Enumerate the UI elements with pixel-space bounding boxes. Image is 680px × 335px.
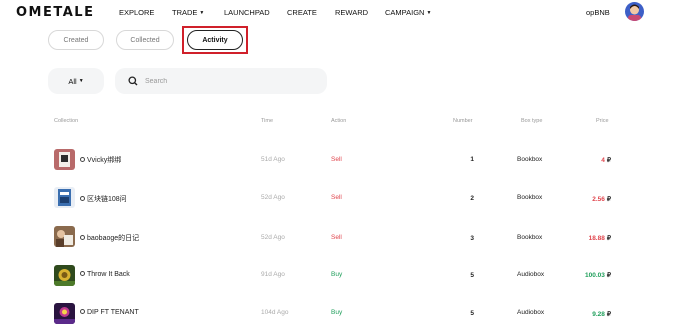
price-amount: 4	[601, 157, 605, 164]
currency-icon: ₽	[606, 235, 611, 242]
box-type-value: Audiobox	[517, 309, 545, 316]
header-collection: Collection	[54, 118, 79, 124]
header-box-type: Box type	[521, 118, 543, 124]
collection-badge-icon	[80, 309, 85, 314]
collection-name-text: Vvicky绑绑	[87, 157, 122, 164]
collection-name: baobaoge的日记	[80, 233, 139, 243]
number-value: 3	[470, 235, 474, 242]
time-value: 91d Ago	[261, 271, 285, 278]
nav-trade[interactable]: TRADE ▼	[172, 8, 204, 17]
number-value: 2	[470, 195, 474, 202]
box-type-value: Audiobox	[517, 271, 545, 278]
table-row[interactable]: 区块链108问 52d Ago Sell 2 Bookbox 2.56 ₽	[0, 179, 680, 217]
box-type-value: Bookbox	[517, 194, 543, 201]
collection-badge-icon	[80, 271, 85, 276]
top-nav: OMETALE EXPLORE TRADE ▼ LAUNCHPAD CREATE …	[0, 0, 680, 26]
collection-thumbnail	[54, 265, 75, 286]
currency-icon: ₽	[606, 157, 611, 164]
collection-name-text: 区块链108问	[87, 196, 127, 203]
header-action: Action	[331, 118, 347, 124]
table-row[interactable]: Throw It Back 91d Ago Buy 5 Audiobox 100…	[0, 256, 680, 294]
action-value: Buy	[331, 271, 343, 278]
collection-name-text: Throw It Back	[87, 271, 130, 278]
collection-badge-icon	[80, 235, 85, 240]
time-value: 52d Ago	[261, 194, 285, 201]
chevron-down-icon: ▼	[199, 10, 205, 16]
number-value: 5	[470, 310, 474, 317]
search-icon	[128, 76, 138, 86]
filter-value: All	[68, 76, 77, 86]
table-row[interactable]: Vvicky绑绑 51d Ago Sell 1 Bookbox 4 ₽	[0, 140, 680, 178]
number-value: 5	[470, 272, 474, 279]
nav-explore[interactable]: EXPLORE	[119, 8, 154, 17]
action-value: Sell	[331, 234, 342, 241]
collection-thumbnail	[54, 226, 75, 247]
time-value: 51d Ago	[261, 156, 285, 163]
currency-icon: ₽	[606, 272, 611, 279]
nav-reward[interactable]: REWARD	[335, 8, 368, 17]
collection-thumbnail	[54, 303, 75, 324]
header-time: Time	[261, 118, 274, 124]
chevron-down-icon: ▼	[78, 78, 84, 84]
price-value: 4 ₽	[570, 156, 611, 164]
nav-campaign-label: CAMPAIGN	[385, 8, 425, 17]
price-value: 18.88 ₽	[570, 234, 611, 242]
price-value: 2.56 ₽	[570, 195, 611, 203]
nav-campaign[interactable]: CAMPAIGN ▼	[385, 8, 431, 17]
collection-name: Vvicky绑绑	[80, 155, 121, 165]
currency-icon: ₽	[606, 311, 611, 318]
collection-name: 区块链108问	[80, 194, 127, 204]
table-row[interactable]: baobaoge的日记 52d Ago Sell 3 Bookbox 18.88…	[0, 218, 680, 256]
tab-created[interactable]: Created	[48, 30, 104, 50]
collection-name: DIP FT TENANT	[80, 309, 139, 316]
collection-name: Throw It Back	[80, 271, 130, 278]
collection-thumbnail	[54, 149, 75, 170]
tab-collected[interactable]: Collected	[116, 30, 174, 50]
table-row[interactable]: DIP FT TENANT 104d Ago Buy 5 Audiobox 9.…	[0, 295, 680, 333]
search-input[interactable]	[145, 68, 315, 94]
price-amount: 100.03	[584, 272, 605, 279]
chevron-down-icon: ▼	[426, 10, 432, 16]
box-type-value: Bookbox	[517, 156, 543, 163]
box-type-value: Bookbox	[517, 234, 543, 241]
logo[interactable]: OMETALE	[16, 5, 94, 20]
nav-create[interactable]: CREATE	[287, 8, 317, 17]
collection-name-text: baobaoge的日记	[87, 235, 140, 242]
nav-trade-label: TRADE	[172, 8, 198, 17]
filter-dropdown[interactable]: All ▼	[48, 68, 104, 94]
collection-badge-icon	[80, 196, 85, 201]
collection-name-text: DIP FT TENANT	[87, 309, 139, 316]
header-price: Price	[596, 118, 609, 124]
action-value: Sell	[331, 194, 342, 201]
network-selector[interactable]: opBNB	[586, 8, 610, 17]
action-value: Sell	[331, 156, 342, 163]
nav-launchpad[interactable]: LAUNCHPAD	[224, 8, 270, 17]
action-value: Buy	[331, 309, 343, 316]
time-value: 104d Ago	[261, 309, 289, 316]
collection-badge-icon	[80, 157, 85, 162]
currency-icon: ₽	[606, 196, 611, 203]
avatar[interactable]	[625, 2, 644, 21]
highlight-box	[182, 26, 248, 54]
price-value: 100.03 ₽	[570, 271, 611, 279]
price-amount: 2.56	[592, 196, 605, 203]
search-box[interactable]	[115, 68, 327, 94]
price-value: 9.28 ₽	[570, 310, 611, 318]
number-value: 1	[470, 156, 474, 163]
collection-thumbnail	[54, 187, 75, 208]
price-amount: 18.88	[588, 235, 605, 242]
price-amount: 9.28	[592, 311, 605, 318]
time-value: 52d Ago	[261, 234, 285, 241]
header-number: Number	[453, 118, 473, 124]
